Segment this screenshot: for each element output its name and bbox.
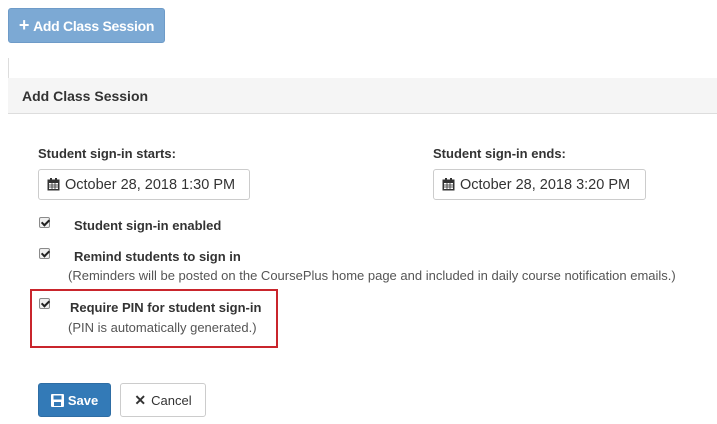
remind-students-label: Remind students to sign in: [74, 249, 241, 264]
calendar-icon: [442, 178, 455, 191]
add-class-session-label: Add Class Session: [33, 17, 155, 34]
add-class-session-button[interactable]: + Add Class Session: [8, 8, 165, 43]
require-pin-checkbox[interactable]: [39, 298, 50, 309]
signin-end-value: October 28, 2018 3:20 PM: [460, 176, 631, 193]
plus-icon: +: [18, 15, 30, 35]
close-icon: ✕: [134, 391, 147, 408]
divider: [8, 58, 9, 78]
remind-students-note: (Reminders will be posted on the CourseP…: [68, 268, 676, 283]
signin-start-input[interactable]: October 28, 2018 1:30 PM: [38, 169, 250, 200]
calendar-icon: [47, 178, 60, 191]
remind-students-checkbox[interactable]: [39, 248, 50, 259]
save-button[interactable]: Save: [38, 383, 111, 417]
signin-start-label: Student sign-in starts:: [38, 146, 176, 161]
floppy-disk-icon: [50, 393, 64, 407]
panel-title: Add Class Session: [22, 88, 149, 104]
highlight-box: [30, 289, 278, 348]
signin-end-input[interactable]: October 28, 2018 3:20 PM: [433, 169, 646, 200]
signin-enabled-checkbox[interactable]: [39, 217, 50, 228]
signin-end-label: Student sign-in ends:: [433, 146, 566, 161]
signin-enabled-label: Student sign-in enabled: [74, 218, 222, 233]
require-pin-note: (PIN is automatically generated.): [68, 320, 257, 335]
signin-start-value: October 28, 2018 1:30 PM: [65, 176, 236, 193]
cancel-button[interactable]: ✕ Cancel: [120, 383, 206, 417]
require-pin-label: Require PIN for student sign-in: [70, 300, 262, 315]
panel-header: Add Class Session: [8, 78, 717, 114]
save-label: Save: [67, 392, 99, 408]
cancel-label: Cancel: [151, 392, 192, 408]
